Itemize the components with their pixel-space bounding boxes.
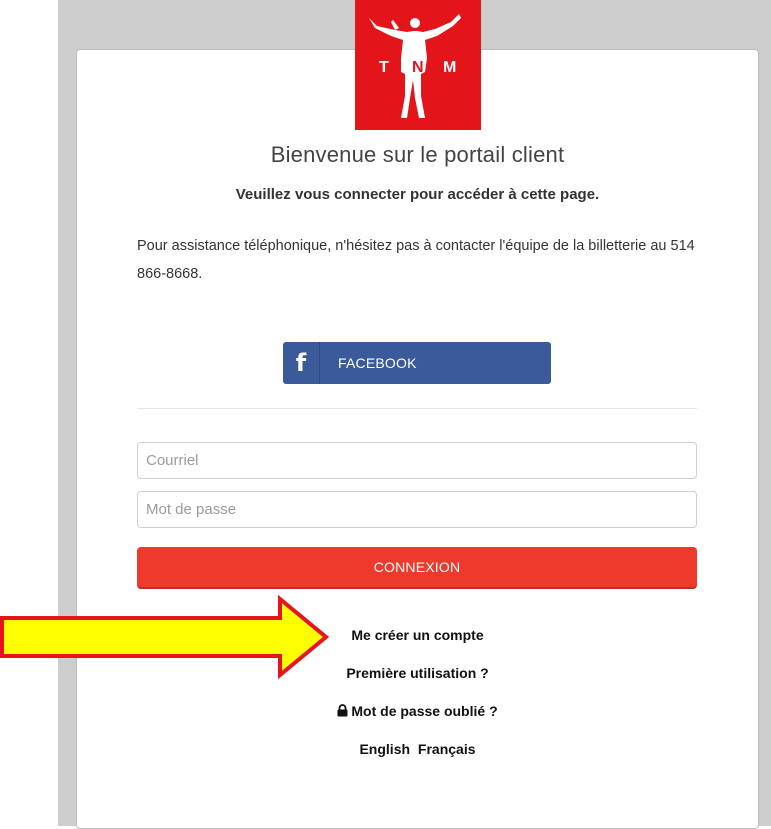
phone-assistance-text: Pour assistance téléphonique, n'hésitez … <box>137 238 695 282</box>
logo-letter-m: M <box>443 59 456 76</box>
first-use-link[interactable]: Première utilisation ? <box>76 665 759 681</box>
login-instruction: Veuillez vous connecter pour accéder à c… <box>235 186 600 203</box>
facebook-login-button[interactable]: f FACEBOOK <box>283 342 551 384</box>
divider <box>137 408 697 409</box>
logo-letter-n: N <box>412 59 424 76</box>
email-field[interactable] <box>137 442 697 479</box>
create-account-link[interactable]: Me créer un compte <box>76 627 759 643</box>
forgot-password-label: Mot de passe oublié ? <box>351 703 498 719</box>
facebook-button-label: FACEBOOK <box>338 355 417 371</box>
tnm-logo[interactable]: T N M <box>355 0 481 130</box>
login-button[interactable]: CONNEXION <box>137 547 697 589</box>
password-field[interactable] <box>137 491 697 528</box>
welcome-heading: Bienvenue sur le portail client <box>270 142 565 167</box>
language-switcher: English Français <box>76 741 759 757</box>
forgot-password-link[interactable]: Mot de passe oublié ? <box>76 703 759 719</box>
language-english[interactable]: English <box>359 741 410 757</box>
logo-letter-t: T <box>379 59 389 76</box>
facebook-f-icon: f <box>283 342 320 384</box>
language-french[interactable]: Français <box>418 741 476 757</box>
lock-icon <box>337 704 348 717</box>
